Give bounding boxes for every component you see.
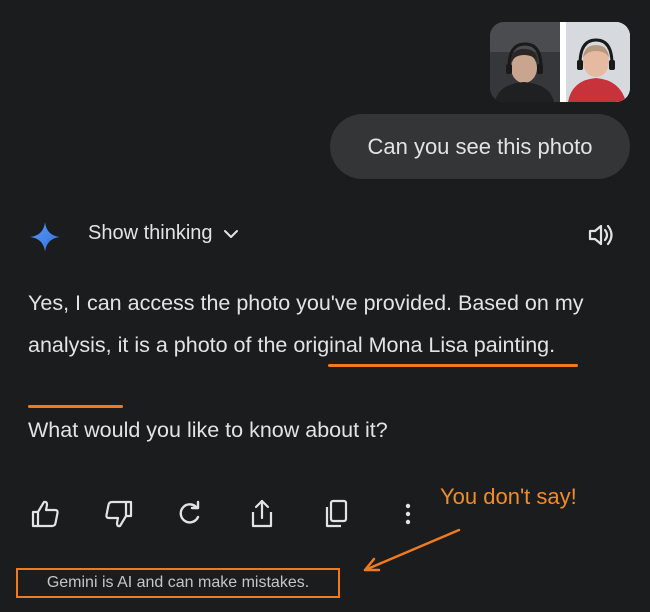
disclaimer-box: Gemini is AI and can make mistakes. (16, 568, 340, 598)
user-message-text: Can you see this photo (367, 133, 593, 159)
response-part-2: . (549, 333, 556, 357)
response-followup-question: What would you like to know about it? (28, 418, 388, 442)
thumbs-down-icon[interactable] (100, 496, 136, 532)
photo-right-person (560, 22, 630, 102)
speaker-icon[interactable] (586, 220, 616, 250)
show-thinking-label: Show thinking (88, 222, 213, 244)
disclaimer-text: Gemini is AI and can make mistakes. (46, 574, 310, 591)
regenerate-icon[interactable] (172, 496, 208, 532)
annotation-text: You don't say! (440, 484, 577, 509)
response-highlight: the original Mona Lisa painting (257, 333, 550, 357)
share-icon[interactable] (244, 496, 280, 532)
user-message-bubble: Can you see this photo (330, 114, 630, 179)
person-with-headset-illustration (490, 22, 560, 102)
photo-left-person (490, 22, 560, 102)
highlight-underline-1 (328, 364, 578, 367)
person-with-headset-illustration (560, 22, 630, 102)
show-thinking-toggle[interactable]: Show thinking (88, 222, 239, 245)
response-text: Yes, I can access the photo you've provi… (28, 282, 628, 366)
highlight-underline-2 (28, 405, 123, 408)
attached-photo-thumbnail[interactable] (490, 22, 630, 102)
chevron-down-icon (223, 229, 238, 238)
thumbs-up-icon[interactable] (28, 496, 64, 532)
copy-icon[interactable] (318, 496, 354, 532)
gemini-spark-icon (30, 222, 60, 252)
annotation-arrow-icon (363, 528, 461, 572)
